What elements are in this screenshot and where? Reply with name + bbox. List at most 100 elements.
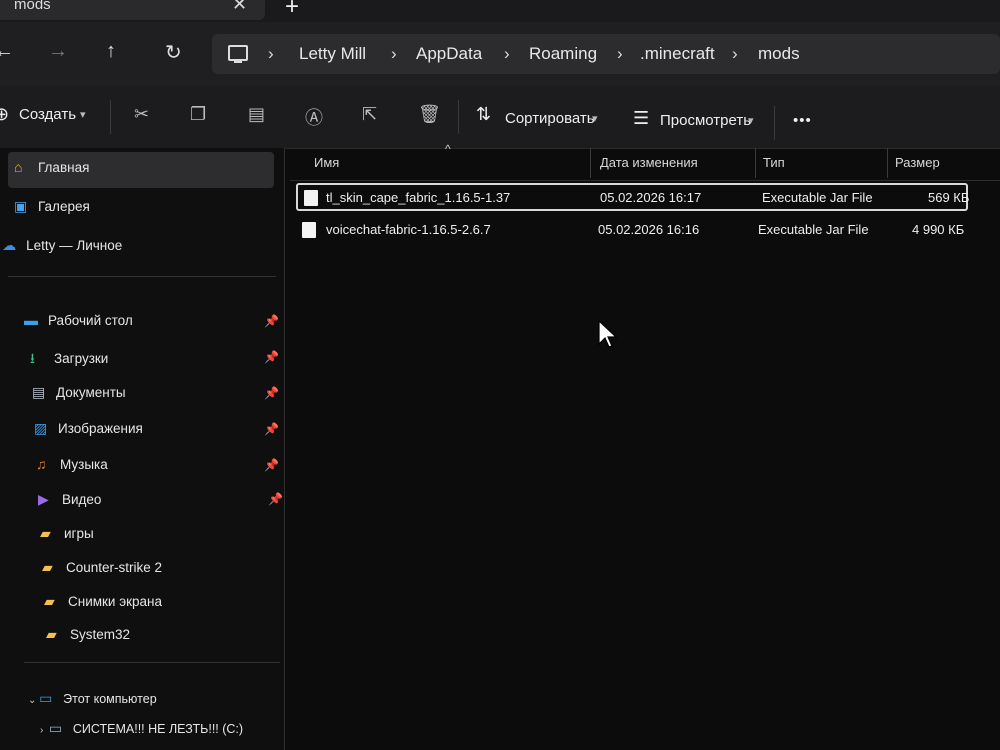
file-row[interactable]: tl_skin_cape_fabric_1.16.5-1.37 05.02.20… — [296, 183, 970, 211]
command-bar: ⊕ Создать ▾ ✂ ❐ ▤ Ⓐ ⇱ 🗑 ⇅ Сортировать ▾ … — [0, 86, 1000, 149]
divider — [24, 662, 280, 663]
sort-button[interactable]: Сортировать — [505, 110, 595, 127]
back-button[interactable]: ← — [0, 40, 14, 63]
sidebar-item-onedrive[interactable]: › ☁Letty — Личное — [0, 237, 122, 267]
file-name: voicechat-fabric-1.16.5-2.6.7 — [326, 222, 491, 237]
forward-button[interactable]: → — [48, 40, 68, 63]
sidebar-item-label: Главная — [38, 160, 90, 175]
breadcrumb-mods[interactable]: mods — [758, 44, 800, 64]
file-icon — [304, 190, 318, 206]
paste-icon[interactable]: ▤ — [248, 104, 265, 125]
breadcrumb-separator: › — [268, 44, 274, 63]
sidebar-item-folder[interactable]: ▰ Counter-strike 2 — [42, 559, 162, 589]
mouse-cursor-icon — [598, 320, 618, 348]
pin-icon[interactable]: 📌 — [268, 492, 283, 506]
pin-icon[interactable]: 📌 — [264, 422, 279, 436]
column-divider[interactable] — [590, 148, 591, 178]
download-icon: ⭳ — [30, 350, 35, 366]
folder-icon: ▰ — [42, 559, 53, 575]
new-tab-button[interactable]: + — [285, 0, 299, 21]
column-divider[interactable] — [887, 148, 888, 178]
chevron-down-icon: ▾ — [748, 115, 754, 127]
file-modified: 05.02.2026 16:17 — [600, 190, 702, 205]
breadcrumb-separator: › — [617, 44, 623, 63]
sidebar-item-label: Галерея — [38, 199, 90, 214]
document-icon: ▤ — [32, 384, 46, 400]
sidebar-item-label: Рабочий стол — [48, 313, 133, 328]
sidebar-item-label: Letty — Личное — [26, 238, 123, 253]
breadcrumb-separator: › — [732, 44, 738, 63]
image-icon: ▨ — [34, 420, 48, 436]
close-icon[interactable]: ✕ — [232, 0, 247, 15]
pin-icon[interactable]: 📌 — [264, 350, 279, 364]
divider — [458, 100, 459, 134]
sidebar-item-pictures[interactable]: ▨ Изображения — [34, 420, 143, 450]
sidebar-item-label: Этот компьютер — [63, 692, 157, 706]
music-icon: ♫ — [36, 456, 47, 472]
rename-icon[interactable]: Ⓐ — [305, 104, 323, 130]
sidebar-item-drive-c[interactable]: › ▭ СИСТЕМА!!! НЕ ЛЕЗТЬ!!! (C:) — [40, 720, 243, 750]
column-type[interactable]: Тип — [763, 155, 785, 170]
create-button[interactable]: Создать — [19, 106, 76, 123]
file-size: 569 КБ — [928, 190, 970, 205]
computer-icon — [228, 45, 248, 63]
view-button[interactable]: Просмотреть — [660, 112, 751, 129]
gallery-icon: ▣ — [14, 198, 28, 214]
sidebar-item-home[interactable]: ⌂ Главная — [8, 152, 274, 188]
divider — [8, 276, 276, 277]
sidebar-item-documents[interactable]: ▤ Документы — [32, 384, 126, 414]
folder-icon: ▰ — [40, 525, 51, 541]
sidebar-item-desktop[interactable]: ▬ Рабочий стол — [24, 312, 133, 342]
folder-icon: ▰ — [44, 593, 55, 609]
sidebar-item-folder[interactable]: ▰ игры — [40, 525, 94, 555]
desktop-icon: ▬ — [24, 312, 38, 328]
sidebar-item-label: Counter-strike 2 — [66, 560, 163, 575]
sidebar-item-music[interactable]: ♫ Музыка — [36, 456, 108, 486]
column-name[interactable]: Имя — [314, 155, 339, 170]
cloud-icon: ☁ — [2, 237, 17, 253]
share-icon[interactable]: ⇱ — [362, 104, 377, 125]
chevron-down-icon: ▾ — [592, 113, 598, 125]
sidebar-item-label: СИСТЕМА!!! НЕ ЛЕЗТЬ!!! (C:) — [72, 722, 244, 736]
up-button[interactable]: ↑ — [106, 40, 116, 63]
file-type: Executable Jar File — [762, 190, 873, 205]
tab-mods[interactable]: mods ✕ — [0, 0, 265, 20]
pin-icon[interactable]: 📌 — [264, 458, 279, 472]
sort-icon: ⇅ — [476, 104, 492, 124]
folder-icon: ▰ — [46, 626, 57, 642]
sidebar-item-label: Снимки экрана — [68, 594, 162, 609]
copy-icon[interactable]: ❐ — [190, 104, 206, 125]
column-modified[interactable]: Дата изменения — [600, 155, 698, 170]
cut-icon[interactable]: ✂ — [134, 104, 149, 125]
sidebar-item-label: Музыка — [60, 457, 108, 472]
breadcrumb-letty-mill[interactable]: Letty Mill — [299, 44, 366, 64]
sidebar-item-folder[interactable]: ▰ System32 — [46, 626, 130, 656]
sidebar-item-label: Загрузки — [54, 351, 109, 366]
sidebar-item-label: Видео — [62, 492, 102, 507]
breadcrumb-minecraft[interactable]: .minecraft — [640, 44, 715, 64]
chevron-down-icon: ⌄ — [28, 695, 40, 706]
breadcrumb-appdata[interactable]: AppData — [416, 44, 482, 64]
sidebar-item-downloads[interactable]: ⭳ Загрузки — [30, 348, 108, 378]
refresh-button[interactable]: ↻ — [165, 40, 182, 65]
column-size[interactable]: Размер — [895, 155, 940, 170]
plus-circle-icon: ⊕ — [0, 104, 10, 124]
sidebar-item-this-pc[interactable]: ⌄ ▭ Этот компьютер — [28, 690, 157, 720]
sort-ascending-icon: ^ — [445, 142, 451, 156]
breadcrumb-separator: › — [391, 44, 397, 63]
breadcrumb-roaming[interactable]: Roaming — [529, 44, 597, 64]
address-bar[interactable]: › Letty Mill › AppData › Roaming › .mine… — [212, 34, 1000, 74]
more-options-button[interactable]: ••• — [793, 112, 812, 129]
sidebar-item-label: игры — [64, 526, 94, 541]
column-divider[interactable] — [755, 148, 756, 178]
pin-icon[interactable]: 📌 — [264, 314, 279, 328]
sidebar-item-videos[interactable]: ▶ Видео — [38, 491, 101, 521]
navigation-pane: ⌂ Главная ▣ Галерея › ☁ Letty — Личное ▬ Раб… — [0, 148, 285, 750]
sidebar-item-gallery[interactable]: ▣ Галерея — [14, 198, 90, 228]
sidebar-item-folder[interactable]: ▰ Снимки экрана — [44, 593, 162, 623]
file-row[interactable]: voicechat-fabric-1.16.5-2.6.7 05.02.2026… — [296, 217, 968, 245]
divider — [774, 106, 775, 140]
delete-icon[interactable]: 🗑 — [418, 104, 441, 125]
pin-icon[interactable]: 📌 — [264, 386, 279, 400]
file-modified: 05.02.2026 16:16 — [598, 222, 700, 237]
